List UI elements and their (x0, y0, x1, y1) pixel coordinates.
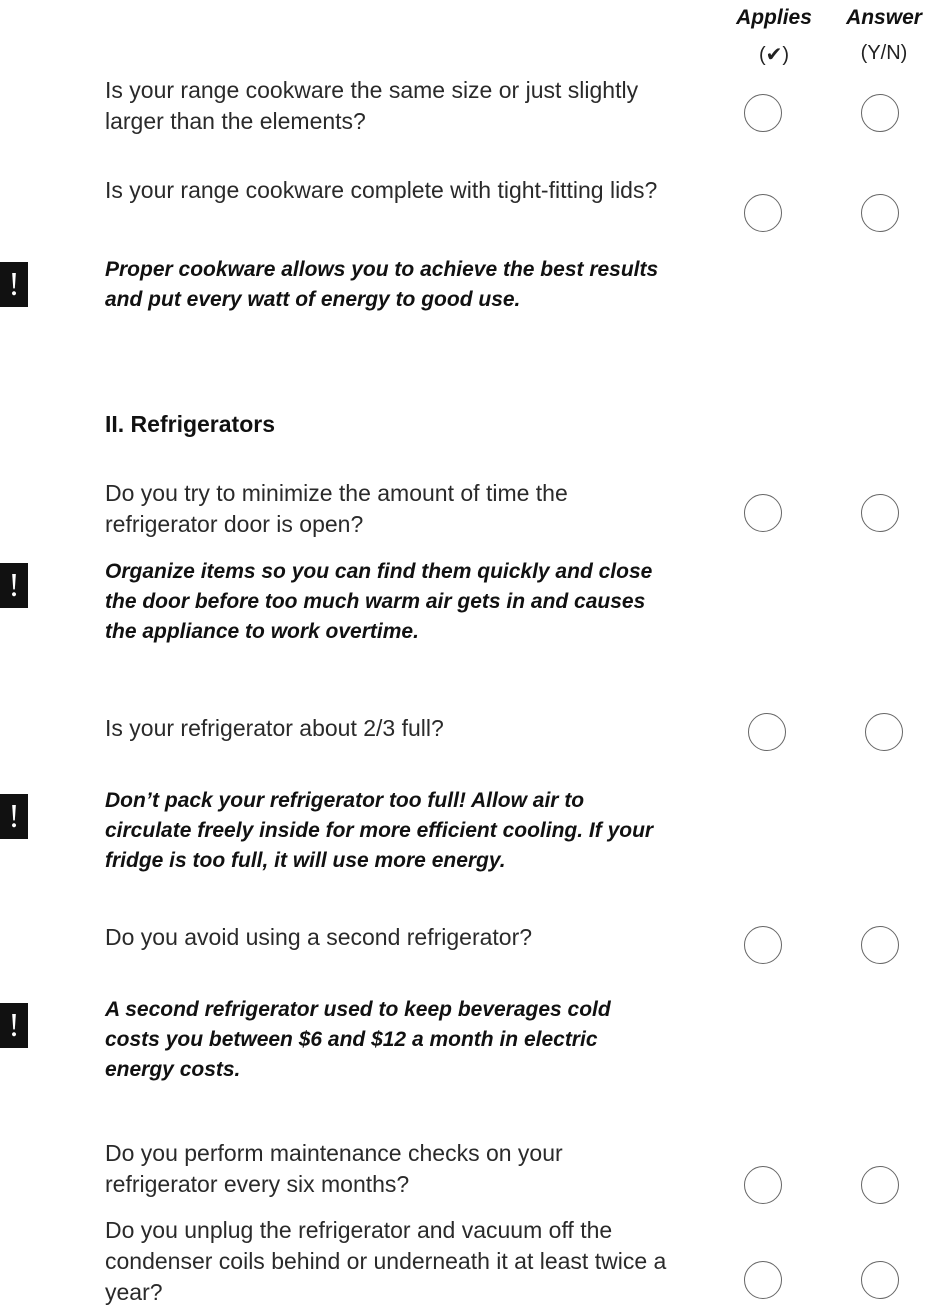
answer-toggle[interactable] (861, 494, 899, 532)
question-text: Is your refrigerator about 2/3 full? (105, 715, 444, 741)
question-text: Do you try to minimize the amount of tim… (105, 480, 568, 537)
question-text: Is your range cookware complete with tig… (105, 177, 658, 203)
answer-toggle[interactable] (865, 713, 903, 751)
tip-note: Organize items so you can find them quic… (105, 560, 653, 643)
alert-icon: ! (0, 794, 28, 839)
answer-toggle[interactable] (861, 194, 899, 232)
answer-column-subheader: (Y/N) (860, 42, 908, 64)
alert-icon: ! (0, 262, 28, 307)
applies-checkbox[interactable] (744, 194, 782, 232)
applies-checkbox[interactable] (744, 1261, 782, 1299)
question-text: Do you unplug the refrigerator and vacuu… (105, 1217, 667, 1305)
answer-toggle[interactable] (861, 1261, 899, 1299)
answer-toggle[interactable] (861, 94, 899, 132)
applies-checkbox[interactable] (744, 926, 782, 964)
section-heading: II. Refrigerators (105, 411, 275, 437)
applies-column-header: Applies (736, 6, 812, 29)
question-text: Is your range cookware the same size or … (105, 77, 639, 134)
tip-note: Don’t pack your refrigerator too full! A… (105, 789, 654, 872)
tip-note: A second refrigerator used to keep bever… (105, 998, 611, 1081)
applies-checkbox[interactable] (744, 94, 782, 132)
answer-toggle[interactable] (861, 926, 899, 964)
applies-checkbox[interactable] (744, 494, 782, 532)
applies-checkbox[interactable] (744, 1166, 782, 1204)
applies-checkbox[interactable] (748, 713, 786, 751)
question-text: Do you avoid using a second refrigerator… (105, 924, 533, 950)
answer-toggle[interactable] (861, 1166, 899, 1204)
alert-icon: ! (0, 563, 28, 608)
applies-column-subheader: (✔) (758, 44, 790, 66)
answer-column-header: Answer (846, 6, 922, 29)
alert-icon: ! (0, 1003, 28, 1048)
question-text: Do you perform maintenance checks on you… (105, 1140, 563, 1197)
tip-note: Proper cookware allows you to achieve th… (105, 258, 659, 311)
